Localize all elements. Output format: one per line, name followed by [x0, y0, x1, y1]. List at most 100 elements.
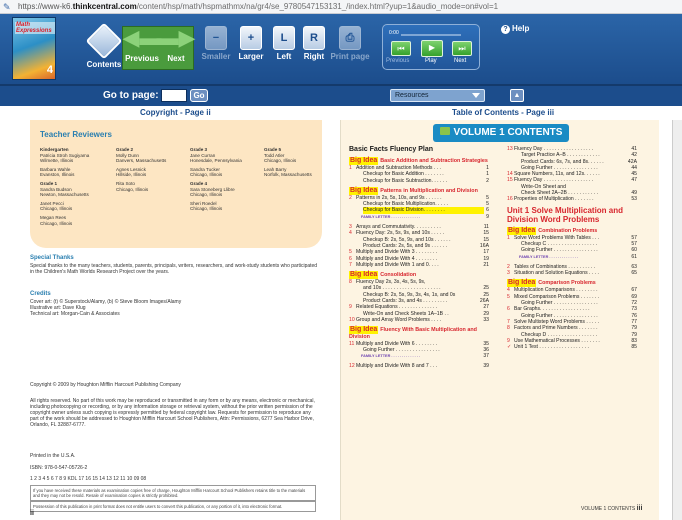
audio-next-label: Next [454, 58, 467, 64]
left-page-caption: Copyright - Page ii [140, 108, 211, 117]
help-link[interactable]: ? Help [501, 24, 529, 34]
go-button[interactable]: Go [190, 89, 208, 102]
larger-button[interactable]: + Larger [236, 26, 266, 61]
book-cover-thumbnail[interactable]: Math Expressions 4 [12, 17, 56, 80]
skip-forward-icon: ⏭ [458, 44, 466, 53]
toc-entry[interactable]: 3 Situation and Solution Equations . . . … [507, 270, 637, 276]
smaller-label: Smaller [201, 52, 231, 61]
address-bar[interactable]: ✎ https://www-k6. thinkcentral.com/conten… [0, 0, 682, 14]
toc-page-number: 39 [483, 363, 489, 370]
right-page-number: iii [636, 505, 643, 512]
right-label: Right [303, 52, 325, 61]
family-letter-entry[interactable]: FAMILY LETTER . . . . . . . . . . . . . … [349, 353, 489, 359]
contents-button[interactable]: Contents [84, 22, 124, 69]
toc-column-1: Basic Facts Fluency Plan Big Idea Basic Ad… [349, 146, 489, 370]
family-letter-label: FAMILY LETTER . . . . . . . . . . . . . … [361, 214, 420, 219]
print-page-button[interactable]: ⎙ Print page [330, 26, 370, 61]
toc-entry[interactable]: 12 Multiply and Divide With 8 and 7 . . .… [349, 363, 489, 369]
url-prefix: https://www-k6. [18, 2, 73, 11]
right-page-caption: Table of Contents - Page iii [452, 108, 555, 117]
big-idea-title: Patterns in Multiplication and Division [380, 187, 478, 194]
big-idea-heading: Big Idea Combination Problems [507, 226, 637, 235]
reviewer-name: Megan Rees Chicago, Illinois [40, 214, 73, 226]
left-page-button[interactable]: L Left [272, 26, 296, 61]
big-idea-badge: Big Idea [507, 279, 537, 288]
arrow-left-icon: ◀▬ [122, 25, 162, 50]
next-button[interactable]: ▬▶ Next [156, 25, 196, 64]
reviewer-name: Rita Soto Chicago, Illinois [116, 180, 149, 192]
url-path: /content/hsp/math/hspmathmx/na/gr4/se_97… [136, 2, 499, 11]
ebook-viewer: ✎ https://www-k6. thinkcentral.com/conten… [0, 0, 682, 520]
printer-icon: ⎙ [339, 26, 361, 50]
audio-speaker-icon[interactable] [439, 127, 450, 135]
toc-entry[interactable]: ✓ Unit 1 Test . . . . . . . . . . . . . .… [507, 344, 637, 350]
page-number-input[interactable] [161, 89, 187, 102]
lesson-number: 10 [349, 316, 355, 323]
toc-entry[interactable]: 10 Group and Array Word Problems . . . . 3… [349, 317, 489, 323]
next-label: Next [167, 54, 185, 63]
toc-entry[interactable]: 7 Multiply and Divide With 1 and 0. . . .… [349, 262, 489, 268]
arrow-right-icon: ▬▶ [156, 25, 196, 50]
family-letter-entry[interactable]: FAMILY LETTER . . . . . . . . . . . . . … [349, 214, 489, 220]
volume-header: VOLUME 1 CONTENTS [433, 124, 569, 142]
reviewer-name: Jane Curran Honesdale, Pennsylvania [190, 152, 242, 164]
audio-progress-track[interactable] [401, 34, 461, 36]
expand-button[interactable]: ▲ [510, 89, 524, 102]
volume-title: VOLUME 1 CONTENTS [453, 127, 563, 138]
big-idea-badge: Big Idea [349, 186, 379, 195]
family-letter-entry[interactable]: FAMILY LETTER . . . . . . . . . . . . . … [507, 254, 637, 260]
lesson-number: 16 [507, 196, 513, 203]
isbn-line: ISBN: 978-0-547-05726-2 [30, 465, 88, 471]
reviewers-panel: Teacher Reviewers Kindergarten Patricia S… [30, 120, 322, 248]
big-idea-heading: Big Idea Basic Addition and Subtraction S… [349, 157, 489, 165]
print-label: Print page [330, 52, 370, 61]
lesson-number: 12 [349, 363, 355, 370]
toc-page-number: 2 [486, 177, 489, 184]
toc-page-number: 61 [631, 253, 637, 260]
chevron-down-icon [472, 93, 480, 98]
big-idea-heading: Big Idea Patterns in Multiplication and D… [349, 186, 489, 195]
rights-text: All rights reserved. No part of this wor… [30, 398, 315, 428]
reviewer-name: Janet Pecci Chicago, Illinois [40, 200, 73, 212]
lesson-title: Checkup for Basic Subtraction. . . . . . [363, 177, 448, 184]
audio-previous-button[interactable]: ⏮ [391, 41, 411, 56]
resources-label: Resources [395, 92, 429, 99]
audio-progress[interactable]: 0:00 [389, 30, 475, 37]
reader-toolbar: Math Expressions 4 Contents ◀▬ Previous … [0, 14, 682, 86]
lesson-number: ✓ [507, 344, 512, 351]
family-letter-label: FAMILY LETTER . . . . . . . . . . . . . … [519, 254, 578, 259]
lesson-title: Multiply and Divide With 1 and 0. . . . [356, 261, 439, 268]
right-page-button[interactable]: R Right [300, 26, 328, 61]
reviewer-name: Patricia Stroh Sugiyama Wilmette, Illino… [40, 152, 90, 164]
big-idea-title: Combination Problems [538, 227, 598, 234]
toc-entry[interactable]: 16 Properties of Multiplication . . . . .… [507, 196, 637, 202]
electronic-disclaimer: Possession of this publication in print … [30, 501, 316, 512]
big-idea-title: Comparison Problems [538, 280, 596, 287]
lesson-number [349, 178, 363, 184]
left-page-icon: L [273, 26, 295, 50]
toc-page-number: 33 [483, 316, 489, 323]
reviewer-name: Barbara Wahle Evanston, Illinois [40, 166, 75, 178]
previous-label: Previous [125, 54, 159, 63]
cover-title: Math Expressions [15, 22, 55, 34]
vertical-scrollbar[interactable] [672, 120, 682, 520]
toc-entry[interactable]: Checkup for Basic Subtraction. . . . . .… [349, 178, 489, 184]
thanks-text: Special thanks to the many teachers, stu… [30, 263, 318, 275]
smaller-button[interactable]: − Smaller [198, 26, 234, 61]
printed-line: Printed in the U.S.A. [30, 453, 76, 459]
toc-page-number: 21 [483, 261, 489, 268]
right-page: VOLUME 1 CONTENTS Basic Facts Fluency Pl… [340, 120, 659, 520]
go-to-page-label: Go to page: [103, 90, 159, 101]
zoom-in-icon: + [240, 26, 262, 50]
unit-title[interactable]: Unit 1 Solve Multiplication and Division… [507, 206, 637, 224]
audio-player: 0:00 ⏮ ▶ ⏭ Previous Play Next [382, 24, 480, 70]
audio-play-button[interactable]: ▶ [421, 40, 443, 57]
audio-next-button[interactable]: ⏭ [452, 41, 472, 56]
big-idea-badge: Big Idea [349, 271, 379, 280]
reviewer-column: Kindergarten Patricia Stroh Sugiyama Wilm… [40, 147, 104, 229]
toc-column-2: 13 Fluency Day . . . . . . . . . . . . . … [507, 146, 637, 350]
audio-play-label: Play [425, 58, 437, 64]
reviewer-name: Todd Atler Chicago, Illinois [264, 152, 297, 164]
previous-button[interactable]: ◀▬ Previous [122, 25, 162, 64]
resources-dropdown[interactable]: Resources [390, 89, 485, 102]
